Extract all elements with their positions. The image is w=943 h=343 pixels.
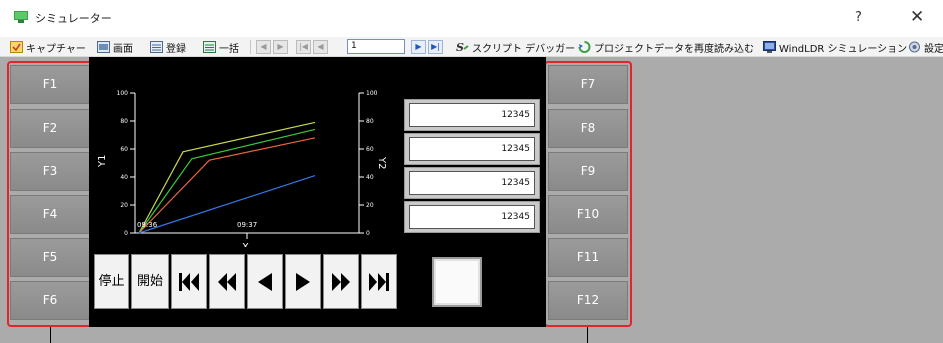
- numeric-display-2[interactable]: 12345: [404, 133, 540, 165]
- rewind-icon: [218, 273, 236, 291]
- svg-text:S: S: [456, 41, 464, 53]
- script-debugger-label: スクリプト デバッガー: [472, 43, 576, 55]
- next-circle-button[interactable]: ▶: [273, 40, 288, 54]
- script-debugger-button[interactable]: S スクリプト デバッガー: [456, 39, 575, 55]
- last-page-button[interactable]: ▶|: [428, 40, 443, 54]
- screen-icon: [97, 41, 110, 53]
- numeric-value-3: 12345: [409, 171, 535, 195]
- y1-axis-label: Y1: [97, 155, 108, 168]
- trend-axes: [134, 93, 360, 239]
- toolbar: キャプチャー 画面 登録 一括 ◀ ▶ |◀ ◀ 1 ▶ ▶| S スクリプト …: [0, 37, 943, 57]
- y1-tick-label: 20: [120, 202, 128, 209]
- capture-icon: [10, 41, 23, 53]
- stop-button[interactable]: 停止: [94, 254, 129, 309]
- reload-project-button[interactable]: プロジェクトデータを再度読み込む: [578, 39, 754, 55]
- time-label-start: 09:36: [137, 221, 158, 229]
- y2-tick-label: 100: [366, 90, 378, 97]
- reload-icon: [578, 41, 591, 53]
- y2-tick-label: 60: [366, 146, 374, 153]
- numeric-value-2: 12345: [409, 137, 535, 161]
- y1-tick-label: 40: [120, 174, 128, 181]
- skip-to-start-button[interactable]: [171, 254, 207, 309]
- left-callout-line: [50, 327, 51, 343]
- y1-tick-label: 80: [120, 118, 128, 125]
- script-icon: S: [456, 41, 469, 53]
- register-button[interactable]: 登録: [150, 39, 186, 55]
- step-forward-button[interactable]: [285, 254, 321, 309]
- capture-label: キャプチャー: [26, 43, 86, 55]
- y1-tick-group: 100 80 60 40 20 0: [117, 90, 135, 237]
- simulator-app-icon: [14, 11, 28, 23]
- fast-forward-button[interactable]: [323, 254, 359, 309]
- settings-button[interactable]: 設定: [908, 39, 943, 55]
- bulk-icon: [203, 41, 216, 53]
- screen-button[interactable]: 画面: [97, 39, 133, 55]
- step-forward-icon: [296, 273, 310, 291]
- settings-icon: [909, 41, 920, 53]
- capture-button[interactable]: キャプチャー: [10, 39, 86, 55]
- simulation-area: F1 F2 F3 F4 F5 F6 F7 F8 F9 F10 F11 F12 1…: [0, 57, 943, 343]
- window-title: シミュレーター: [35, 12, 112, 25]
- title-bar: シミュレーター ? ✕: [0, 0, 943, 37]
- screen-label: 画面: [113, 43, 133, 55]
- trend-series-line-2: [138, 128, 316, 234]
- blank-square-button[interactable]: [432, 257, 482, 307]
- y2-tick-label: 20: [366, 202, 374, 209]
- settings-label: 設定: [924, 43, 943, 55]
- first-page-button[interactable]: |◀: [296, 40, 311, 54]
- simulator-window: シミュレーター ? ✕ キャプチャー 画面 登録 一括 ◀ ▶ |◀ ◀ 1 ▶…: [0, 0, 943, 343]
- numeric-display-3[interactable]: 12345: [404, 167, 540, 199]
- prev-circle-button[interactable]: ◀: [256, 40, 271, 54]
- windldr-simulation-button[interactable]: WindLDR シミュレーション: [763, 39, 907, 55]
- right-callout-line: [587, 327, 588, 343]
- rewind-button[interactable]: [209, 254, 245, 309]
- y1-tick-label: 0: [124, 230, 128, 237]
- monitor-icon: [763, 41, 776, 53]
- bulk-button[interactable]: 一括: [203, 39, 239, 55]
- start-button[interactable]: 開始: [131, 254, 169, 309]
- left-fkey-highlight: [7, 61, 94, 327]
- x-axis-label: X: [242, 242, 249, 247]
- y2-tick-label: 80: [366, 118, 374, 125]
- skip-start-icon: [179, 273, 199, 291]
- y2-axis-label: Y2: [376, 156, 387, 169]
- close-button[interactable]: ✕: [910, 7, 924, 27]
- y2-tick-label: 0: [366, 230, 370, 237]
- skip-end-icon: [369, 273, 389, 291]
- y1-tick-label: 60: [120, 146, 128, 153]
- fast-forward-icon: [332, 273, 350, 291]
- numeric-display-1[interactable]: 12345: [404, 99, 540, 131]
- register-label: 登録: [166, 43, 186, 55]
- numeric-value-4: 12345: [409, 205, 535, 229]
- trend-series-line-1: [138, 121, 316, 234]
- numeric-value-1: 12345: [409, 103, 535, 127]
- bulk-label: 一括: [219, 43, 239, 55]
- step-back-button[interactable]: [247, 254, 283, 309]
- time-label-end: 09:37: [237, 221, 257, 229]
- page-number-input[interactable]: 1: [347, 39, 405, 54]
- right-fkey-highlight: [544, 61, 632, 327]
- skip-to-end-button[interactable]: [361, 254, 397, 309]
- prev-page-button[interactable]: ◀: [313, 40, 328, 54]
- next-page-button[interactable]: ▶: [411, 40, 426, 54]
- y2-tick-group: 100 80 60 40 20 0: [359, 90, 378, 237]
- hmi-screen: 100 80 60 40 20 0 100 80 60 40 20 0 09:36 09:37 Y1…: [89, 57, 546, 327]
- y2-tick-label: 40: [366, 174, 374, 181]
- series-group: [138, 121, 316, 234]
- y1-tick-label: 100: [117, 90, 129, 97]
- register-icon: [150, 41, 163, 53]
- help-button[interactable]: ?: [855, 10, 862, 25]
- reload-project-label: プロジェクトデータを再度読み込む: [594, 43, 754, 55]
- windldr-simulation-label: WindLDR シミュレーション: [779, 43, 908, 55]
- step-back-icon: [258, 273, 272, 291]
- numeric-display-4[interactable]: 12345: [404, 201, 540, 233]
